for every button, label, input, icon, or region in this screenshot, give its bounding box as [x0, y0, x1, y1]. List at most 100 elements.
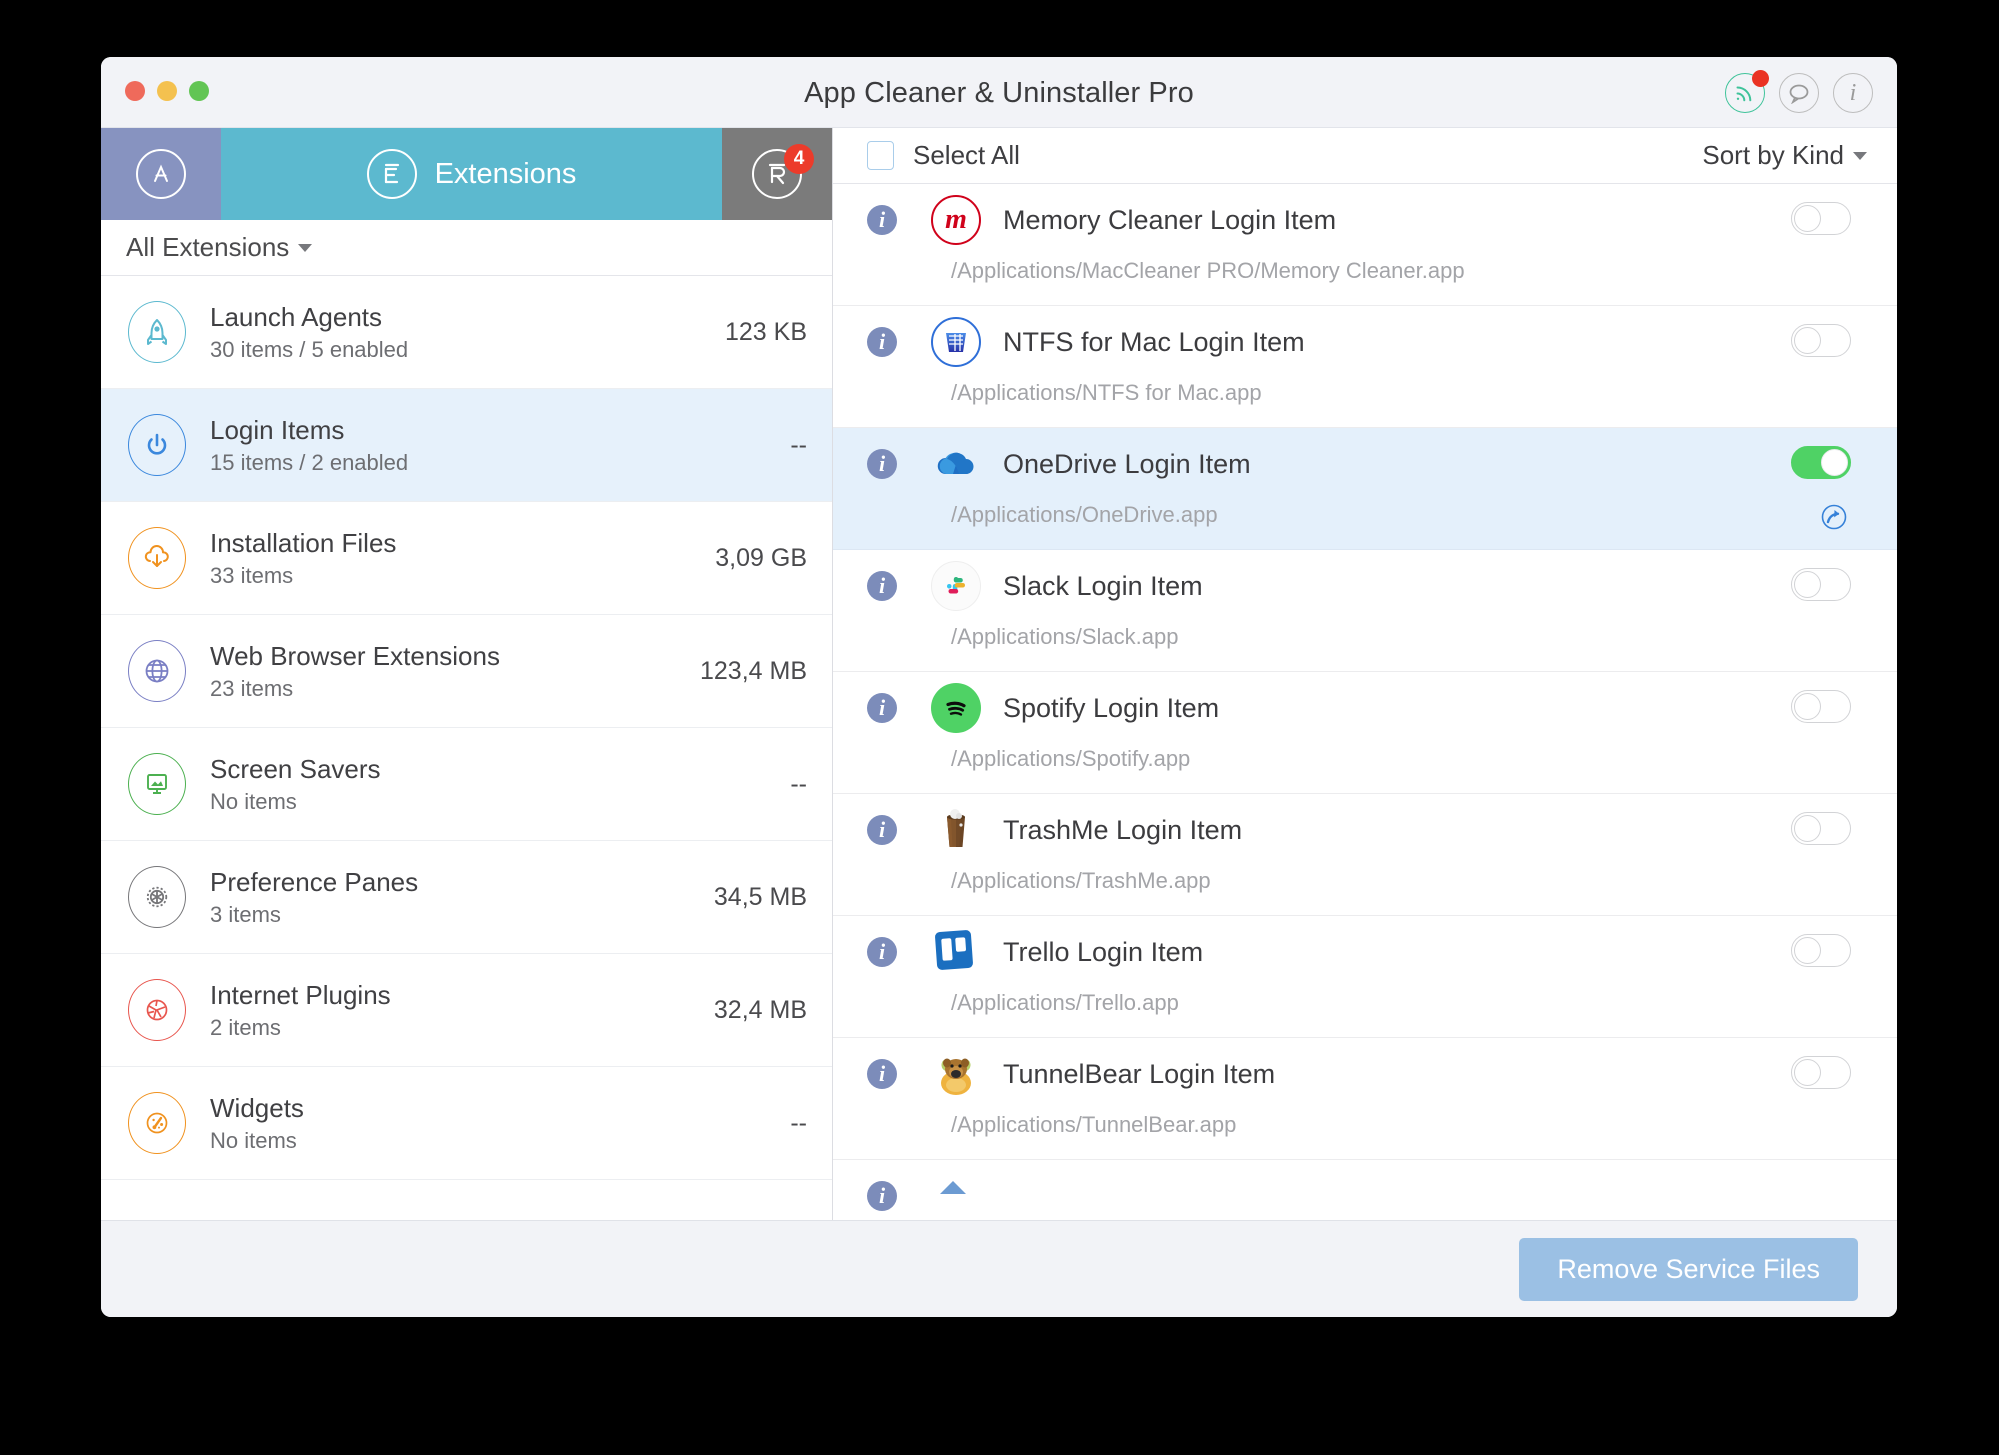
list-item-main: i [833, 306, 1897, 378]
list-item-path: /Applications/OneDrive.app [951, 502, 1218, 527]
reveal-in-finder-icon[interactable] [1819, 502, 1849, 532]
list-item-main: i TrashMe Login Item [833, 794, 1897, 866]
footer-bar: Remove Service Files [101, 1220, 1897, 1317]
window-body: Extensions 4 All Extensions Launch Agent… [101, 128, 1897, 1220]
info-icon[interactable]: i [867, 449, 897, 479]
list-item-path: /Applications/Spotify.app [951, 746, 1191, 771]
enable-toggle[interactable] [1791, 202, 1851, 235]
sidebar-item-title: Widgets [210, 1092, 304, 1123]
sidebar-item-text: Web Browser Extensions 23 items [210, 640, 700, 703]
sidebar-item-login-items[interactable]: Login Items 15 items / 2 enabled -- [101, 389, 832, 502]
enable-toggle[interactable] [1791, 690, 1851, 723]
sidebar-item-title: Screen Savers [210, 753, 381, 784]
list-item-name: TunnelBear Login Item [1003, 1058, 1276, 1089]
notification-badge-dot [1752, 70, 1769, 87]
sidebar-item-title: Installation Files [210, 527, 397, 558]
extensions-e-icon [366, 149, 417, 199]
select-all-checkbox[interactable] [867, 141, 894, 170]
sidebar-item-size: -- [790, 430, 807, 459]
sidebar-item-internet-plugins[interactable]: Internet Plugins 2 items 32,4 MB [101, 954, 832, 1067]
sidebar-item-preference-panes[interactable]: Preference Panes 3 items 34,5 MB [101, 841, 832, 954]
sidebar: Extensions 4 All Extensions Launch Agent… [101, 128, 833, 1220]
sidebar-item-web-browser-extensions[interactable]: Web Browser Extensions 23 items 123,4 MB [101, 615, 832, 728]
plugin-globe-icon [128, 979, 186, 1041]
sidebar-item-subtitle: 3 items [210, 902, 281, 928]
list-item-partial[interactable]: i [833, 1160, 1897, 1220]
chevron-down-icon [298, 243, 313, 252]
list-item-main: i [833, 1038, 1897, 1110]
rss-signal-icon[interactable] [1725, 70, 1769, 113]
extensions-filter-dropdown[interactable]: All Extensions [101, 220, 832, 276]
enable-toggle[interactable] [1791, 934, 1851, 967]
list-item[interactable]: i OneDrive Login Item /Applications/OneD… [833, 428, 1897, 550]
select-all-control[interactable]: Select All [867, 140, 1020, 171]
info-icon[interactable]: i [867, 571, 897, 601]
list-header: Select All Sort by Kind [833, 128, 1897, 184]
sidebar-item-subtitle: 30 items / 5 enabled [210, 337, 409, 363]
speech-bubble-icon[interactable] [1779, 73, 1819, 113]
list-item[interactable]: i Spotify Login Item /Applications/Spoti… [833, 672, 1897, 794]
tab-remains[interactable]: 4 [722, 128, 832, 220]
sidebar-item-screen-savers[interactable]: Screen Savers No items -- [101, 728, 832, 841]
list-item[interactable]: i [833, 550, 1897, 672]
sidebar-item-subtitle: 23 items [210, 676, 294, 702]
sidebar-item-size: 34,5 MB [713, 882, 807, 911]
list-item-main: i Trello Login Item [833, 916, 1897, 988]
enable-toggle[interactable] [1791, 446, 1851, 479]
sidebar-item-size: 123 KB [724, 317, 807, 346]
list-item-name: TrashMe Login Item [1003, 814, 1243, 845]
info-icon[interactable]: i [867, 1181, 897, 1211]
info-icon[interactable]: i [867, 815, 897, 845]
rocket-icon [128, 301, 186, 363]
sidebar-item-subtitle: 2 items [210, 1015, 281, 1041]
enable-toggle[interactable] [1791, 1056, 1851, 1089]
sidebar-item-title: Web Browser Extensions [210, 640, 500, 671]
sidebar-item-text: Installation Files 33 items [210, 527, 715, 590]
list-item[interactable]: i TrashMe Login Item /Applications/Trash… [833, 794, 1897, 916]
list-item[interactable]: i [833, 306, 1897, 428]
tab-remains-badge: 4 [784, 144, 814, 174]
remove-service-files-button[interactable]: Remove Service Files [1519, 1237, 1858, 1301]
list-item-main: i [833, 550, 1897, 622]
chevron-down-icon [1853, 151, 1867, 160]
memory-cleaner-icon: m [931, 195, 981, 245]
app-window: App Cleaner & Uninstaller Pro i Extensio… [101, 57, 1897, 1317]
sidebar-item-size: 3,09 GB [715, 543, 807, 572]
list-item-main: i Spotify Login Item [833, 672, 1897, 744]
gear-icon [128, 866, 186, 928]
sidebar-item-text: Screen Savers No items [210, 753, 790, 816]
enable-toggle[interactable] [1791, 812, 1851, 845]
category-list: Launch Agents 30 items / 5 enabled 123 K… [101, 276, 832, 1220]
info-icon[interactable]: i [867, 937, 897, 967]
list-item-name: OneDrive Login Item [1003, 448, 1251, 479]
widget-gauge-icon [128, 1092, 186, 1154]
sidebar-item-widgets[interactable]: Widgets No items -- [101, 1067, 832, 1180]
trashme-icon [931, 805, 981, 855]
list-item-name: Memory Cleaner Login Item [1003, 204, 1337, 235]
sidebar-item-launch-agents[interactable]: Launch Agents 30 items / 5 enabled 123 K… [101, 276, 832, 389]
list-item[interactable]: i [833, 1038, 1897, 1160]
list-item-main: i [833, 1160, 1897, 1220]
tab-applications[interactable] [101, 128, 221, 220]
sidebar-item-size: -- [790, 1108, 807, 1137]
sidebar-item-text: Internet Plugins 2 items [210, 979, 714, 1042]
list-item[interactable]: i m Memory Cleaner Login Item /Applicati… [833, 184, 1897, 306]
globe-icon [128, 640, 186, 702]
trello-icon [931, 927, 981, 977]
info-icon[interactable]: i [867, 327, 897, 357]
enable-toggle[interactable] [1791, 568, 1851, 601]
sidebar-item-installation-files[interactable]: Installation Files 33 items 3,09 GB [101, 502, 832, 615]
enable-toggle[interactable] [1791, 324, 1851, 357]
info-icon[interactable]: i [1833, 73, 1873, 113]
list-item[interactable]: i Trello Login Item /Applications/Trello… [833, 916, 1897, 1038]
tab-extensions[interactable]: Extensions [221, 128, 722, 220]
sidebar-item-title: Login Items [210, 414, 345, 445]
ntfs-for-mac-icon [931, 317, 981, 367]
info-icon[interactable]: i [867, 693, 897, 723]
info-icon[interactable]: i [867, 1059, 897, 1089]
sort-dropdown[interactable]: Sort by Kind [1702, 140, 1867, 171]
list-item-name: Slack Login Item [1003, 570, 1203, 601]
info-icon[interactable]: i [867, 205, 897, 235]
tab-bar: Extensions 4 [101, 128, 832, 220]
list-item-name: Spotify Login Item [1003, 692, 1220, 723]
